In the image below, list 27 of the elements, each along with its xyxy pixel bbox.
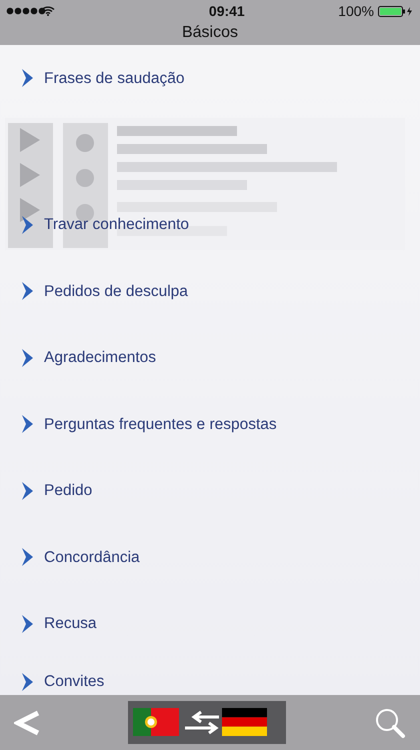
list-item[interactable]: Perguntas frequentes e respostas	[0, 391, 420, 458]
chevron-icon	[20, 614, 34, 634]
status-time: 09:41	[208, 2, 245, 20]
chevron-icon	[20, 672, 34, 692]
back-button[interactable]	[14, 708, 40, 736]
wifi-icon	[41, 6, 56, 16]
list-item[interactable]: Recusa	[0, 590, 420, 657]
chevron-icon	[20, 480, 34, 501]
search-button[interactable]	[374, 706, 406, 738]
chevron-icon	[20, 348, 34, 368]
list-item[interactable]: Pedido	[0, 458, 420, 524]
list-item[interactable]: Travar conhecimento	[0, 192, 420, 258]
chevron-icon	[20, 68, 34, 88]
language-switch-button[interactable]	[128, 701, 286, 744]
chevron-icon	[20, 214, 34, 235]
list-item[interactable]: Frases de saudação	[0, 45, 420, 112]
battery-percentage: 100%	[338, 2, 374, 20]
list-item[interactable]: Pedidos de desculpa	[0, 258, 420, 324]
signal-icon	[6, 7, 48, 15]
list-item[interactable]: Agradecimentos	[0, 324, 420, 391]
list-item[interactable]: Convites	[0, 657, 420, 695]
chevron-icon	[20, 547, 34, 568]
chevron-icon	[20, 414, 34, 434]
battery-icon	[378, 6, 414, 16]
list-item[interactable]: Concordância	[0, 524, 420, 590]
chevron-icon	[20, 281, 34, 302]
screen-title: Básicos	[180, 23, 240, 43]
